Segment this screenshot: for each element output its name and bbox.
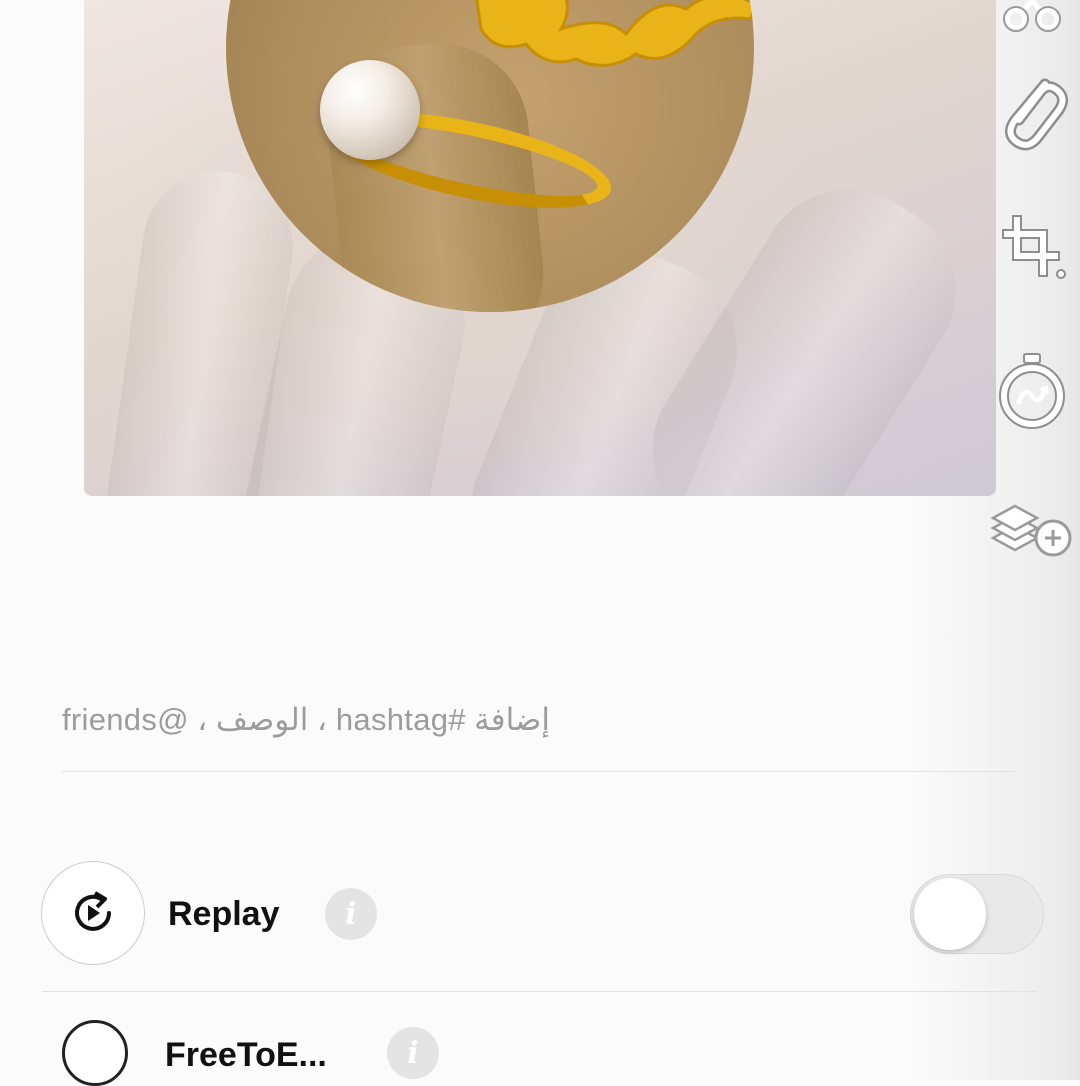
freetoe-label: FreeToE... — [165, 1036, 327, 1074]
edit-toolbar — [984, 0, 1080, 600]
replay-info-icon[interactable]: i — [325, 888, 377, 940]
freetoe-select-circle[interactable] — [62, 1020, 128, 1086]
crop-icon[interactable] — [984, 200, 1080, 290]
timer-icon[interactable] — [984, 345, 1080, 435]
caption-placeholder: إضافة #hashtag ، الوصف ، @friends — [62, 702, 550, 737]
paperclip-icon[interactable] — [984, 65, 1080, 155]
pearl — [320, 60, 420, 160]
media-preview[interactable] — [84, 0, 996, 496]
freetoe-info-icon[interactable]: i — [387, 1027, 439, 1079]
replay-label: Replay — [168, 895, 280, 933]
replay-toggle[interactable] — [910, 874, 1044, 954]
options-divider — [42, 991, 1037, 992]
gold-name-plate — [475, 0, 754, 67]
replay-icon — [75, 891, 111, 931]
caption-input[interactable]: إضافة #hashtag ، الوصف ، @friends — [62, 695, 1018, 745]
caption-divider — [62, 771, 1017, 772]
scissors-icon[interactable] — [984, 0, 1080, 50]
toggle-knob — [914, 878, 986, 950]
replay-button[interactable] — [41, 861, 145, 965]
layers-add-icon[interactable] — [984, 486, 1080, 576]
